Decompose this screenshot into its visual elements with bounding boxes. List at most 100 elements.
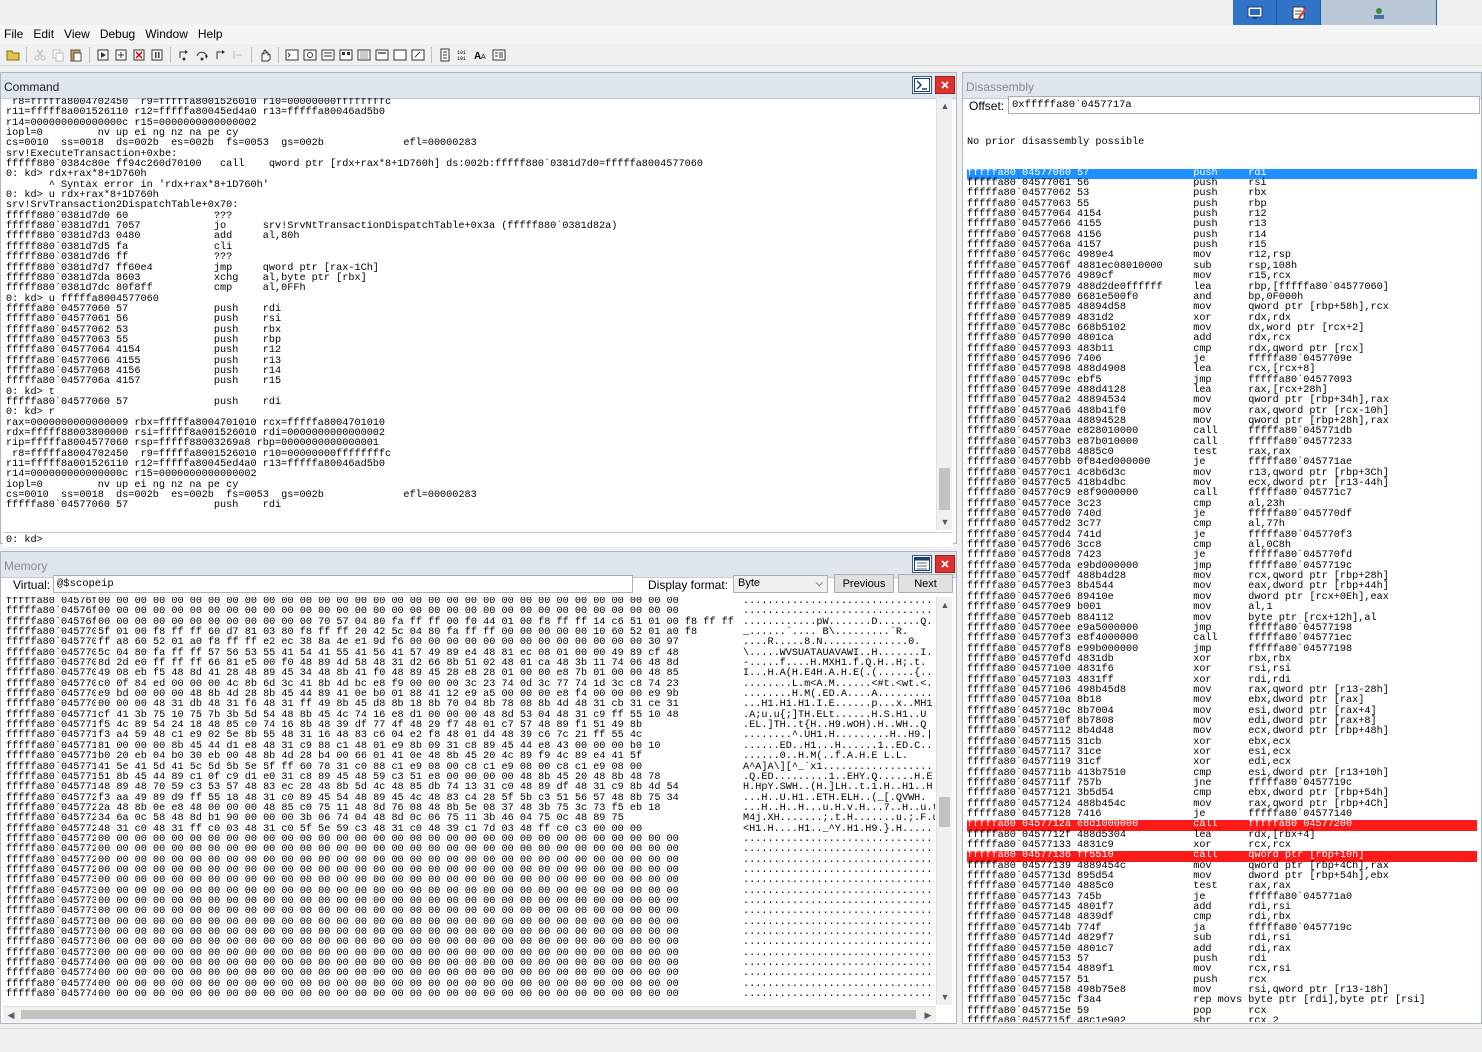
step-over-icon[interactable] xyxy=(193,46,211,64)
scroll-right-icon[interactable]: ▶ xyxy=(920,1007,936,1023)
memory-address: fffffa80`045771fa xyxy=(6,782,96,794)
scroll-thumb[interactable] xyxy=(939,797,950,827)
offset-label: Offset: xyxy=(969,99,1005,113)
command-line: fffff880`0381d7d6 ff ??? xyxy=(6,252,233,264)
disassembly-row[interactable]: fffffa80`04577085 48894d58 mov qword ptr… xyxy=(967,302,1477,313)
hex-mode-icon[interactable]: 101 101 xyxy=(454,46,472,64)
step-into-icon[interactable] xyxy=(175,46,193,64)
copy-icon[interactable] xyxy=(49,46,67,64)
title-bar xyxy=(0,0,1482,25)
scroll-thumb[interactable] xyxy=(21,1010,916,1019)
command-line: fffff880`0381d7dc 80f8ff cmp al,0FFh xyxy=(6,283,306,295)
scroll-down-icon[interactable]: ▼ xyxy=(937,514,953,530)
paste-icon[interactable] xyxy=(67,46,85,64)
disassembly-header-line: No prior disassembly possible xyxy=(967,136,1145,148)
disassembly-row[interactable]: fffffa80`04577076 4989cf mov r15,rcx xyxy=(967,271,1477,282)
close-icon[interactable] xyxy=(935,555,955,573)
notepad-icon[interactable] xyxy=(1277,0,1321,25)
registers-window-icon[interactable] xyxy=(337,46,355,64)
disassembly-row[interactable]: fffffa80`04577154 4889f1 mov rcx,rsi xyxy=(967,964,1477,975)
disassembly-window: Disassembly Offset: No prior disassembly… xyxy=(962,72,1482,1024)
command-header: Command xyxy=(1,73,956,99)
display-format-value: Byte xyxy=(738,577,761,589)
monitor-icon[interactable] xyxy=(1233,0,1277,25)
step-out-icon[interactable] xyxy=(211,46,229,64)
disassembly-row[interactable]: fffffa80`04577090 4801ca add rdx,rcx xyxy=(967,333,1477,344)
memory-address: fffffa80`0457725a xyxy=(6,813,96,825)
display-format-select[interactable]: Byte ⌵ xyxy=(733,575,828,593)
open-folder-icon[interactable] xyxy=(4,46,22,64)
disassembly-row[interactable]: fffffa80`04577100 4831f6 xor rsi,rsi xyxy=(967,664,1477,675)
scroll-left-icon[interactable]: ◀ xyxy=(3,1007,19,1023)
run-to-cursor-icon[interactable] xyxy=(229,46,247,64)
font-icon[interactable]: AA xyxy=(472,46,490,64)
scroll-thumb[interactable] xyxy=(939,468,950,510)
menu-edit[interactable]: Edit xyxy=(29,26,58,43)
command-line: fffffa80`0457706a 4157 push r15 xyxy=(6,376,282,388)
memory-ascii-row: M4j.XH.......;.t.H.......u.;.F.u.H xyxy=(743,813,935,825)
disassembly-listing: No prior disassembly possible fffffa80`0… xyxy=(967,117,1477,1022)
menu-window[interactable]: Window xyxy=(141,26,192,43)
command-vscroll[interactable]: ▲ ▼ xyxy=(936,98,952,530)
memory-ascii-row: H.HpY.SWH..(H.]LH..t.1.H..H1..H. xyxy=(743,782,935,794)
command-title: Command xyxy=(4,80,60,94)
memory-ascii-row: ......0..H.M(..f.A.H.E L.L. xyxy=(743,751,909,763)
disassembly-row[interactable]: fffffa80`045770f3 e8f4000000 call fffffa… xyxy=(967,633,1477,644)
scroll-up-icon[interactable]: ▲ xyxy=(937,597,953,613)
command-output: r8=fffffa8004702450 r9=fffffa8001526010 … xyxy=(6,98,934,530)
disassembly-rows: fffffa80`04577060 57 push rdi fffffa80`04… xyxy=(967,168,1477,1022)
watch-window-icon[interactable] xyxy=(301,46,319,64)
offset-input[interactable] xyxy=(1008,96,1480,114)
memory-ascii-row: ................................ xyxy=(743,989,935,1001)
memory-hex-row: 34 6a 0c 58 48 8d b1 90 00 00 00 3b 06 7… xyxy=(98,813,624,825)
scroll-up-icon[interactable]: ▲ xyxy=(937,98,953,114)
break-icon[interactable] xyxy=(148,46,166,64)
hand-icon[interactable] xyxy=(256,46,274,64)
memory-hscroll[interactable]: ◀ ▶ xyxy=(3,1006,936,1022)
disassembly-window-icon[interactable] xyxy=(391,46,409,64)
memory-vscroll[interactable]: ▲ ▼ xyxy=(936,597,952,1005)
memory-addresses: fffffa80`04576fbafffffa80`04576fdafffffa… xyxy=(6,597,96,1007)
chevron-down-icon: ⌵ xyxy=(815,578,823,589)
memory-title: Memory xyxy=(4,559,48,573)
virtual-label: Virtual: xyxy=(13,578,51,592)
disassembly-row[interactable]: fffffa80`0457715c f3a4 rep movs byte ptr… xyxy=(967,995,1477,1006)
prompt-icon[interactable] xyxy=(912,76,932,94)
command-line: fffffa80`04577061 56 push rsi xyxy=(6,314,282,326)
menu-debug[interactable]: Debug xyxy=(96,26,139,43)
next-button[interactable]: Next xyxy=(898,574,953,593)
memory-address: fffffa80`0457719a xyxy=(6,751,96,763)
options-window-icon[interactable] xyxy=(912,555,932,573)
command-input[interactable] xyxy=(49,534,949,546)
locals-window-icon[interactable] xyxy=(319,46,337,64)
command-window-icon[interactable] xyxy=(283,46,301,64)
menu-file[interactable]: File xyxy=(0,26,27,43)
disassembly-row[interactable]: fffffa80`045770e9 b001 mov al,1 xyxy=(967,602,1477,613)
restart-icon[interactable] xyxy=(112,46,130,64)
cut-icon[interactable] xyxy=(31,46,49,64)
disassembly-row[interactable]: fffffa80`0457714d 4829f7 sub rdi,rsi xyxy=(967,933,1477,944)
scroll-down-icon[interactable]: ▼ xyxy=(937,989,953,1005)
stop-debugging-icon[interactable] xyxy=(130,46,148,64)
svg-text:A: A xyxy=(481,54,486,61)
source-mode-icon[interactable] xyxy=(436,46,454,64)
memory-hex-row: b0 20 eb 04 b0 30 eb 00 48 8b 4d 28 b4 0… xyxy=(98,751,643,763)
previous-button[interactable]: Previous xyxy=(834,574,894,593)
call-stack-icon[interactable] xyxy=(373,46,391,64)
taskbar-icons xyxy=(1233,0,1437,25)
disassembly-row[interactable]: fffffa80`0457715f 48c1e902 shr rcx,2 xyxy=(967,1016,1477,1022)
memory-window-icon[interactable] xyxy=(355,46,373,64)
memory-hex-row: 00 00 00 00 00 00 00 00 00 00 00 00 00 0… xyxy=(98,989,679,1001)
command-line: fffffa80`04577060 57 push rdi xyxy=(6,396,282,408)
status-bar xyxy=(0,1028,1482,1052)
display-format-label: Display format: xyxy=(648,578,729,592)
close-icon[interactable] xyxy=(935,76,955,94)
menu-help[interactable]: Help xyxy=(194,26,227,43)
virtual-address-input[interactable] xyxy=(53,575,633,593)
go-icon[interactable] xyxy=(94,46,112,64)
scratch-pad-icon[interactable] xyxy=(409,46,427,64)
options-icon[interactable] xyxy=(490,46,508,64)
network-icon[interactable] xyxy=(1321,0,1437,25)
menu-view[interactable]: View xyxy=(60,26,94,43)
memory-hex: 00 00 00 00 00 00 00 00 00 00 00 00 00 0… xyxy=(98,597,736,1007)
